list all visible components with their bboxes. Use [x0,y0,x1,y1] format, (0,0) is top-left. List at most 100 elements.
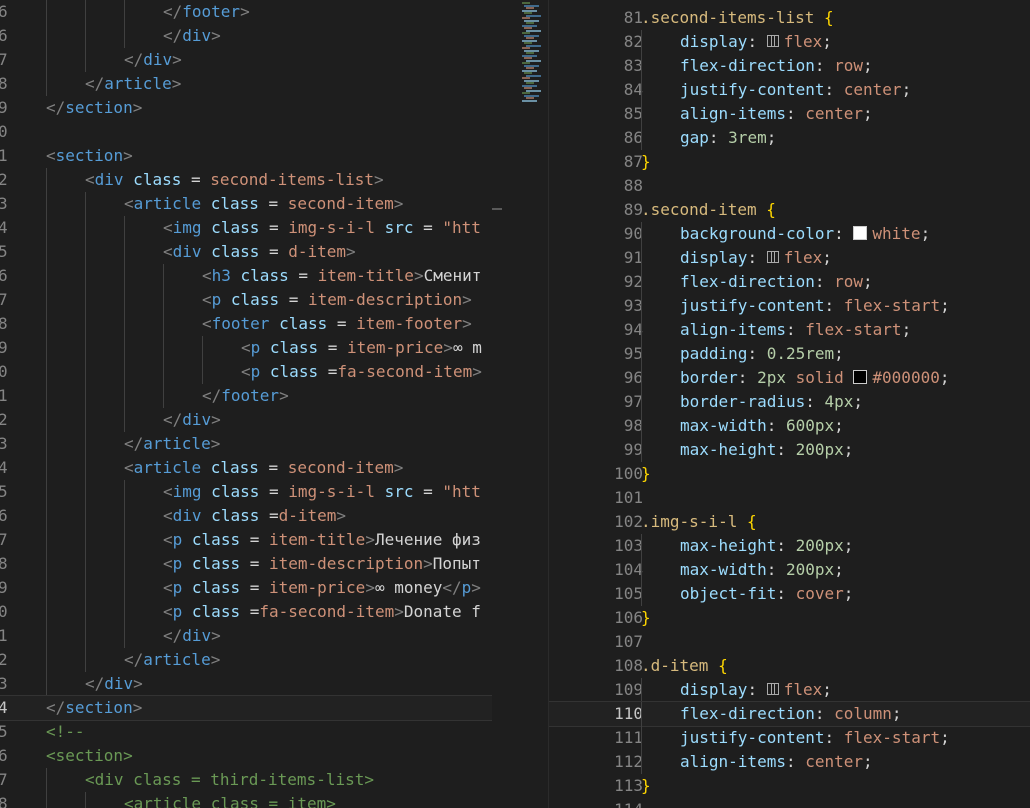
code-line[interactable]: 111 justify-content: flex-start; [549,726,1030,750]
code-token: class [201,218,260,237]
code-line[interactable]: 97 border-radius: 4px; [549,390,1030,414]
code-line[interactable]: 102 .img-s-i-l { [549,510,1030,534]
code-line[interactable]: 5 <img class = img-s-i-l src = "htt [0,480,492,504]
indent-guide [85,48,86,72]
indent-guide [163,360,164,384]
code-line[interactable]: 113} [549,774,1030,798]
code-line[interactable]: 8 <footer class = item-footer> [0,312,492,336]
code-line[interactable]: 0 <p class =fa-second-item> [0,360,492,384]
code-line[interactable]: 7 <div class = third-items-list> [0,768,492,792]
code-line[interactable]: 9 <p class = item-price>∞ money</p> [0,576,492,600]
code-line[interactable]: 1 <section> [0,144,492,168]
code-line[interactable]: 110 flex-direction: column; [549,701,1030,727]
code-line[interactable]: 108 .d-item { [549,654,1030,678]
code-line[interactable]: 3 </article> [0,432,492,456]
code-token: ; [834,416,844,435]
code-line[interactable]: 83 flex-direction: row; [549,54,1030,78]
code-line[interactable]: 96 border: 2px solid #000000; [549,366,1030,390]
code-line[interactable]: 92 flex-direction: row; [549,270,1030,294]
line-number: 102 [614,512,643,531]
code-line[interactable]: 6 <div class =d-item> [0,504,492,528]
code-line[interactable]: 4 </section> [0,695,492,721]
color-swatch-icon[interactable] [853,370,868,384]
line-number: 106 [614,608,643,627]
flex-layout-icon[interactable] [766,251,779,263]
code-line[interactable]: 93 justify-content: flex-start; [549,294,1030,318]
code-line[interactable]: 8 <p class = item-description>Попыт [0,552,492,576]
code-line[interactable]: 114 [549,798,1030,808]
code-line[interactable]: 99 max-height: 200px; [549,438,1030,462]
code-line[interactable]: 82 display: flex; [549,30,1030,54]
code-line[interactable]: 0 <p class =fa-second-item>Donate f [0,600,492,624]
indent-guide [641,366,642,390]
code-line[interactable]: 6 <section> [0,744,492,768]
code-line[interactable]: 2 <div class = second-items-list> [0,168,492,192]
code-line[interactable]: 6 <h3 class = item-title>Сменит [0,264,492,288]
color-swatch-icon[interactable] [853,226,868,240]
code-line[interactable]: 7 </div> [0,48,492,72]
code-line[interactable]: 104 max-width: 200px; [549,558,1030,582]
css-editor-pane[interactable]: 81 .second-items-list {82 display: flex; 83… [548,0,1030,808]
line-number: 8 [0,794,8,808]
code-line[interactable]: 2 </div> [0,408,492,432]
code-line[interactable]: 89 .second-item { [549,198,1030,222]
minimap-slider[interactable] [492,208,502,210]
code-line[interactable]: 112 align-items: center; [549,750,1030,774]
line-number: 91 [623,248,643,267]
code-line[interactable]: 100} [549,462,1030,486]
code-line[interactable]: 6 </div> [0,24,492,48]
code-text: max-height: 200px; [680,534,853,558]
code-line[interactable]: 98 max-width: 600px; [549,414,1030,438]
code-line[interactable]: 94 align-items: flex-start; [549,318,1030,342]
code-line[interactable]: 101 [549,486,1030,510]
code-text: flex-direction: row; [680,270,873,294]
code-line[interactable]: 1 </footer> [0,384,492,408]
code-line[interactable]: 105 object-fit: cover; [549,582,1030,606]
code-line[interactable]: 91 display: flex; [549,246,1030,270]
code-line[interactable]: 88 [549,174,1030,198]
code-line[interactable]: 9 <p class = item-price>∞ m [0,336,492,360]
code-line[interactable]: 106} [549,606,1030,630]
code-token: > [210,434,221,453]
indent-guide [124,600,125,624]
code-line[interactable]: 90 background-color: white; [549,222,1030,246]
html-code-lines[interactable]: 6 </footer> 6 </div> 7 </div> 8 </article> 9 </se… [0,0,492,808]
code-line[interactable]: 84 justify-content: center; [549,78,1030,102]
code-line[interactable]: 6 </footer> [0,0,492,24]
code-line[interactable]: 3 </div> [0,672,492,696]
html-editor-pane[interactable]: 6 </footer> 6 </div> 7 </div> 8 </article> 9 </se… [0,0,492,808]
minimap[interactable] [492,0,548,808]
code-token: img-s-i-l [288,218,375,237]
line-number: 94 [623,320,643,339]
code-line[interactable]: 9 </section> [0,96,492,120]
code-line[interactable]: 87} [549,150,1030,174]
code-line[interactable]: 8 </article> [0,72,492,96]
indent-guide [46,168,47,192]
code-line[interactable]: 7 <p class = item-title>Лечение физ [0,528,492,552]
code-line[interactable]: 7 <p class = item-description> [0,288,492,312]
code-line[interactable]: 107 [549,630,1030,654]
code-line[interactable]: 2 </article> [0,648,492,672]
line-number: 105 [614,584,643,603]
minimap-line [522,99,537,102]
code-line[interactable]: 81 .second-items-list { [549,6,1030,30]
flex-layout-icon[interactable] [766,683,779,695]
code-line[interactable]: 86 gap: 3rem; [549,126,1030,150]
code-line[interactable]: 5 <!-- [0,720,492,744]
code-token: : [766,416,786,435]
code-line[interactable]: 1 </div> [0,624,492,648]
code-line[interactable]: 0 [0,120,492,144]
indent-guide [46,792,47,808]
code-line[interactable]: 95 padding: 0.25rem; [549,342,1030,366]
flex-layout-icon[interactable] [766,35,779,47]
code-line[interactable]: 4 <img class = img-s-i-l src = "htt [0,216,492,240]
code-line[interactable]: 5 <div class = d-item> [0,240,492,264]
code-line[interactable]: 109 display: flex; [549,678,1030,702]
code-line[interactable]: 85 align-items: center; [549,102,1030,126]
code-line[interactable]: 3 <article class = second-item> [0,192,492,216]
code-text: </section> [46,696,142,720]
code-line[interactable]: 4 <article class = second-item> [0,456,492,480]
code-line[interactable]: 8 <article class = item> [0,792,492,808]
code-line[interactable]: 103 max-height: 200px; [549,534,1030,558]
css-code-lines[interactable]: 81 .second-items-list {82 display: flex; 83… [549,6,1030,808]
